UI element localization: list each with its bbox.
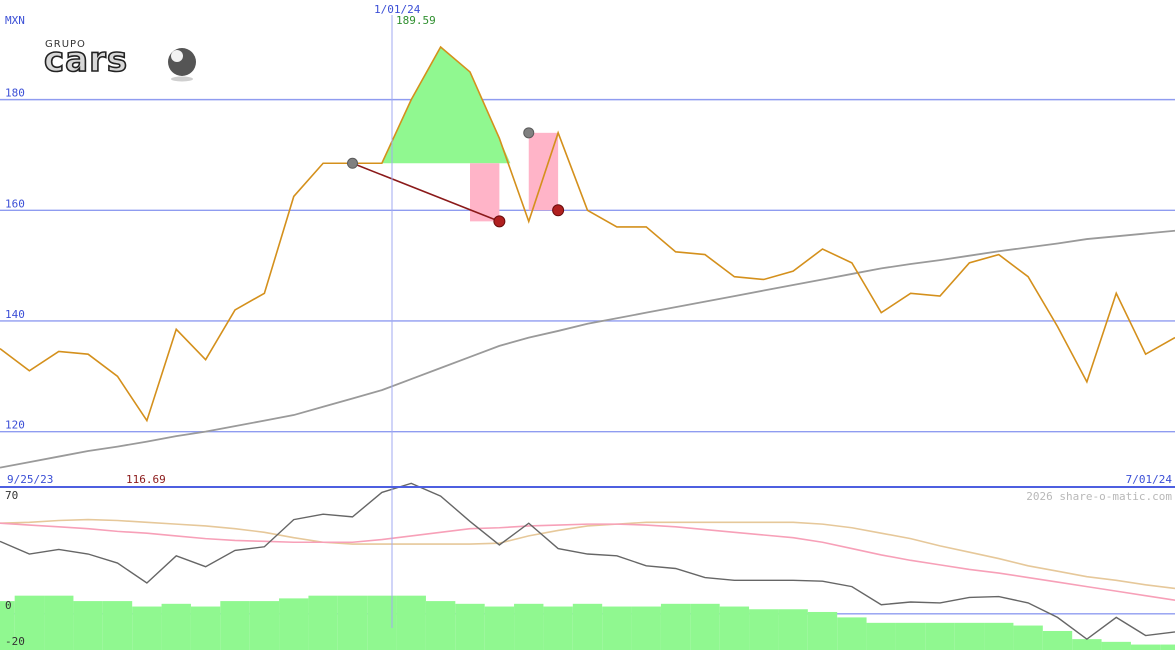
volume-bar-17 xyxy=(484,606,515,650)
y-tick-160: 160 xyxy=(5,197,25,210)
volume-bar-16 xyxy=(455,603,485,650)
y-tick-120: 120 xyxy=(5,419,25,432)
volume-bar-30 xyxy=(866,622,896,650)
start-date-label: 9/25/23 xyxy=(7,473,53,486)
min-value-label: 116.69 xyxy=(126,473,166,486)
volume-bar-25 xyxy=(719,606,750,650)
svg-text:cars: cars xyxy=(44,40,128,80)
volume-bar-26 xyxy=(749,609,779,650)
osc-tick-70: 70 xyxy=(5,489,18,502)
volume-bar-27 xyxy=(778,609,808,650)
volume-bar-11 xyxy=(308,595,338,650)
volume-bar-21 xyxy=(602,606,632,650)
volume-bar-12 xyxy=(337,595,368,650)
volume-bar-22 xyxy=(631,606,661,650)
osc-tick-0: 0 xyxy=(5,599,12,612)
y-tick-180: 180 xyxy=(5,87,25,100)
y-tick-140: 140 xyxy=(5,308,25,321)
volume-bar-3 xyxy=(73,601,103,650)
price-line xyxy=(0,45,1175,423)
credit-text: 2026 share-o-matic.com xyxy=(1026,490,1172,503)
volume-bar-23 xyxy=(660,603,691,650)
volume-bar-20 xyxy=(572,603,603,650)
volume-bar-24 xyxy=(690,603,720,650)
grey-marker-0 xyxy=(347,157,358,169)
volume-bars xyxy=(0,595,1175,650)
volume-bar-18 xyxy=(514,603,544,650)
volume-bar-19 xyxy=(543,606,573,650)
volume-bar-40 xyxy=(1160,644,1175,650)
decline-box-0 xyxy=(470,163,500,222)
volume-bar-4 xyxy=(102,601,133,650)
company-logo: GRUPO cars xyxy=(43,39,196,82)
price-grid: 120 140 160 180 xyxy=(0,87,1175,433)
grey-marker-1 xyxy=(523,127,535,139)
currency-label: MXN xyxy=(5,14,25,27)
volume-bar-34 xyxy=(984,622,1014,650)
volume-bar-10 xyxy=(279,598,309,650)
max-value-label: 189.59 xyxy=(396,14,436,27)
volume-bar-33 xyxy=(954,622,985,650)
red-marker-0 xyxy=(493,215,506,228)
price-lines xyxy=(0,45,1175,469)
osc-line-pink xyxy=(0,522,1175,601)
volume-bar-39 xyxy=(1130,644,1161,650)
volume-bar-38 xyxy=(1101,641,1131,650)
volume-bar-37 xyxy=(1072,639,1102,650)
osc-tick-minus-20: -20 xyxy=(5,635,25,648)
volume-bar-15 xyxy=(425,601,456,650)
stock-chart: 120140160180 MXN 1/01/24 189.59 116.69 9… xyxy=(0,3,1175,650)
volume-bar-36 xyxy=(1042,630,1073,650)
volume-bar-31 xyxy=(895,622,926,650)
volume-bar-6 xyxy=(161,603,191,650)
end-date-label: 7/01/24 xyxy=(1126,473,1173,486)
red-marker-1 xyxy=(552,204,565,217)
volume-bar-8 xyxy=(220,601,250,650)
volume-bar-14 xyxy=(396,595,426,650)
volume-bar-32 xyxy=(925,622,955,650)
volume-bar-5 xyxy=(132,606,162,650)
volume-bar-9 xyxy=(249,601,280,650)
volume-bar-2 xyxy=(44,595,74,650)
volume-bar-28 xyxy=(807,611,838,650)
volume-bar-29 xyxy=(837,617,867,650)
volume-bar-35 xyxy=(1013,625,1043,650)
volume-bar-7 xyxy=(190,606,221,650)
